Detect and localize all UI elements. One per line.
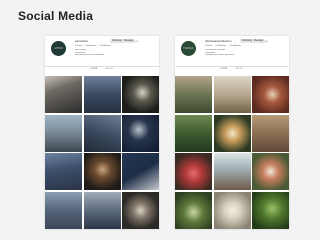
posts-count: 0 Posts [75,45,83,47]
username: thehavanacollection [205,39,232,43]
post-grid [175,76,289,229]
post-thumbnail[interactable] [213,191,251,229]
posts-count: 0 Posts [205,45,213,47]
tab-tagged[interactable]: TAGGED [235,67,243,72]
profile-tabs: POSTS TAGGED [45,66,159,72]
tab-posts[interactable]: POSTS [220,67,227,72]
username: astordiner [75,39,89,43]
following-count[interactable]: 0 Following [99,45,110,47]
post-thumbnail[interactable] [175,76,212,113]
post-thumbnail[interactable] [45,114,82,152]
following-count[interactable]: 0 Following [229,45,240,47]
post-thumbnail[interactable] [83,191,121,229]
message-button[interactable]: Message [122,39,136,43]
avatar[interactable]: ASTOR [51,41,66,56]
profile-panel-havana: HAVANA thehavanacollection Following Mes… [175,36,289,229]
avatar[interactable]: HAVANA [181,41,196,56]
post-thumbnail[interactable] [213,76,251,113]
post-thumbnail[interactable] [122,153,159,190]
bio-link[interactable]: astorrestaurant.com/reservations [75,54,155,57]
post-thumbnail[interactable] [175,114,212,152]
profile-bio: Astor Dining Restaurant astorrestaurant.… [75,49,155,57]
post-thumbnail[interactable] [122,114,159,152]
tab-posts[interactable]: POSTS [90,67,97,72]
post-thumbnail[interactable] [45,76,82,113]
followers-count[interactable]: 0 Followers [85,45,96,47]
post-thumbnail[interactable] [45,153,82,190]
profile-panel-astordiner: ASTOR astordiner Following Message ••• 0… [45,36,159,229]
post-thumbnail[interactable] [213,153,251,190]
profile-header: HAVANA thehavanacollection Following Mes… [175,36,289,72]
avatar-text: HAVANA [183,47,194,50]
profile-bio: The Havana Collection Restaurant Followe… [205,49,285,57]
post-thumbnail[interactable] [122,76,159,113]
profile-header: ASTOR astordiner Following Message ••• 0… [45,36,159,72]
post-grid [45,76,159,229]
profile-stats: 0 Posts 0 Followers 0 Following [205,45,241,47]
tab-tagged[interactable]: TAGGED [105,67,113,72]
post-thumbnail[interactable] [83,114,121,152]
post-thumbnail[interactable] [252,76,289,113]
more-icon[interactable]: ••• [135,39,138,43]
profile-stats: 0 Posts 0 Followers 0 Following [75,45,111,47]
more-icon[interactable]: ••• [265,39,268,43]
post-thumbnail[interactable] [252,114,289,152]
post-thumbnail[interactable] [83,153,121,190]
message-button[interactable]: Message [252,39,266,43]
post-thumbnail[interactable] [213,114,251,152]
profile-tabs: POSTS TAGGED [175,66,289,72]
post-thumbnail[interactable] [83,76,121,113]
post-thumbnail[interactable] [175,191,212,229]
post-thumbnail[interactable] [45,191,82,229]
post-thumbnail[interactable] [122,191,159,229]
page-title: Social Media [18,9,94,23]
post-thumbnail[interactable] [175,153,212,190]
bio-line: Followed by accounts you follow [205,54,234,57]
post-thumbnail[interactable] [252,153,289,190]
followers-count[interactable]: 0 Followers [215,45,226,47]
avatar-text: ASTOR [54,47,63,50]
post-thumbnail[interactable] [252,191,289,229]
